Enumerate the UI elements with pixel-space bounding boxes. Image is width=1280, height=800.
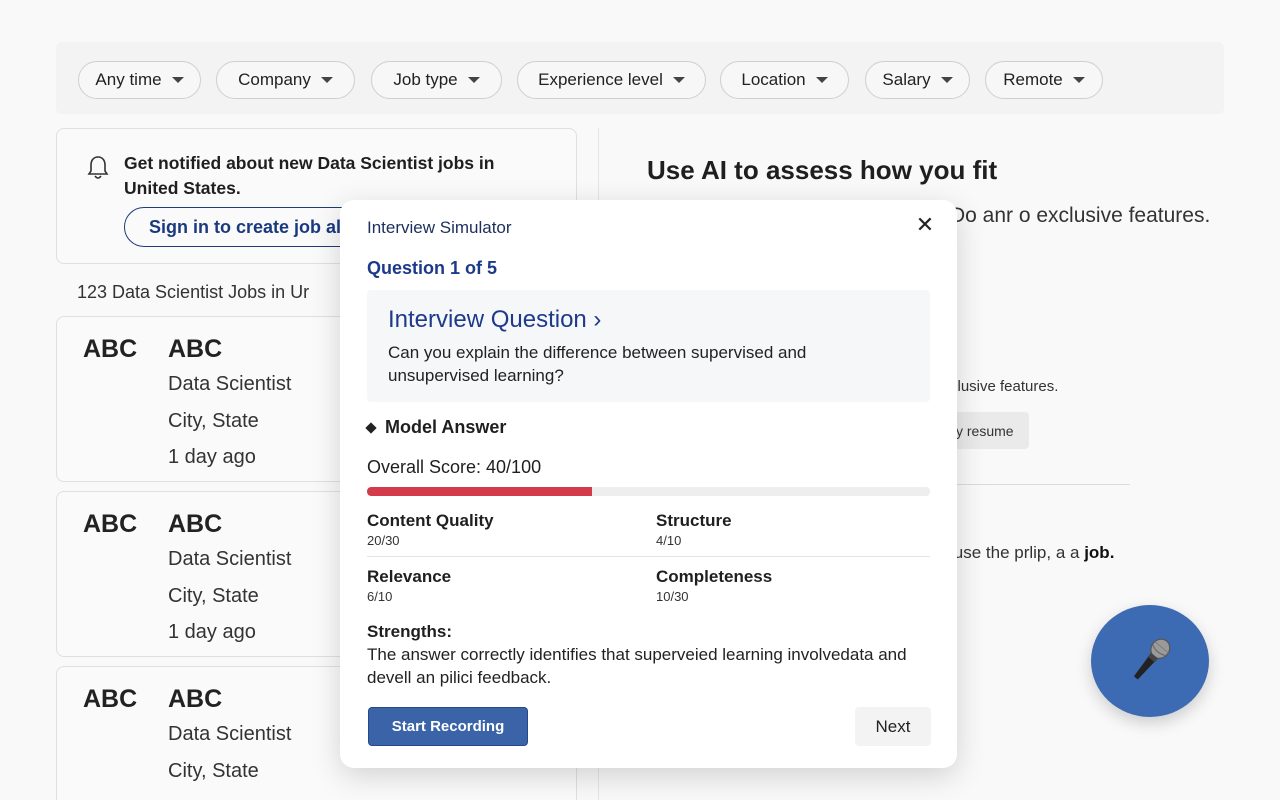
company-name: ABC bbox=[168, 685, 223, 713]
next-button[interactable]: Next bbox=[855, 707, 931, 746]
start-recording-button[interactable]: Start Recording bbox=[368, 707, 528, 746]
filter-label: Any time bbox=[95, 70, 162, 89]
filter-label: Salary bbox=[882, 70, 931, 89]
metric-structure-label: Structure bbox=[656, 511, 732, 530]
filter-experience-level[interactable]: Experience level bbox=[517, 61, 706, 99]
interview-simulator-modal: Interview Simulator ✕ Question 1 of 5 In… bbox=[340, 200, 957, 768]
metric-completeness-label: Completeness bbox=[656, 567, 773, 586]
filter-label: Job type bbox=[393, 70, 458, 89]
company-name: ABC bbox=[168, 335, 223, 363]
metric-content-quality-value: 20/30 bbox=[367, 533, 400, 548]
job-location: City, State bbox=[168, 410, 259, 432]
overall-score-bar bbox=[367, 487, 930, 496]
strengths-label: Strengths: bbox=[367, 622, 452, 641]
results-count: 123 Data Scientist Jobs in Ur bbox=[77, 282, 310, 302]
filter-salary[interactable]: Salary bbox=[865, 61, 970, 99]
job-posted-time: 1 day ago bbox=[168, 621, 256, 643]
filter-label: Experience level bbox=[538, 70, 663, 89]
metric-relevance-label: Relevance bbox=[367, 567, 452, 586]
metric-divider bbox=[367, 556, 930, 557]
metric-completeness-value: 10/30 bbox=[656, 589, 689, 604]
filter-label: Remote bbox=[1003, 70, 1063, 89]
ai-fit-job-text-bold: job. bbox=[1084, 543, 1115, 562]
ai-fit-job-text: luse the prlip, a a job. bbox=[950, 543, 1114, 563]
modal-title: Interview Simulator bbox=[367, 218, 512, 237]
caret-down-icon bbox=[467, 77, 480, 83]
job-location: City, State bbox=[168, 760, 259, 782]
metric-content-quality-label: Content Quality bbox=[367, 511, 494, 530]
caret-down-icon bbox=[940, 77, 953, 83]
filter-job-type[interactable]: Job type bbox=[371, 61, 502, 99]
job-title[interactable]: Data Scientist bbox=[168, 373, 291, 396]
bell-icon bbox=[87, 156, 109, 179]
filter-label: Company bbox=[238, 70, 311, 89]
question-progress: Question 1 of 5 bbox=[367, 258, 498, 278]
ai-fit-job-text-prefix: luse the prlip, a a bbox=[950, 543, 1085, 562]
company-logo: ABC bbox=[83, 335, 138, 363]
job-title[interactable]: Data Scientist bbox=[168, 723, 291, 746]
filter-label: Location bbox=[741, 70, 806, 89]
job-posted-time: 1 day ago bbox=[168, 446, 256, 468]
model-answer-toggle[interactable]: Model Answer bbox=[365, 417, 507, 438]
filter-remote[interactable]: Remote bbox=[985, 61, 1103, 99]
microphone-icon bbox=[1133, 638, 1171, 680]
caret-down-icon bbox=[320, 77, 333, 83]
caret-down-icon bbox=[171, 77, 184, 83]
ai-fit-title: Use AI to assess how you fit bbox=[647, 155, 998, 185]
caret-down-icon bbox=[1072, 77, 1085, 83]
metric-relevance-value: 6/10 bbox=[367, 589, 393, 604]
job-title[interactable]: Data Scientist bbox=[168, 548, 291, 571]
ai-fit-features-text: clusive features. bbox=[950, 378, 1059, 395]
company-logo: ABC bbox=[83, 685, 138, 713]
filter-any-time[interactable]: Any time bbox=[78, 61, 201, 99]
diamond-bullet-icon bbox=[365, 421, 377, 434]
question-heading[interactable]: Interview Question › bbox=[388, 306, 601, 334]
caret-down-icon bbox=[815, 77, 828, 83]
question-card: Interview Question › Can you explain the… bbox=[367, 290, 930, 402]
ai-fit-subtitle: Do anr o exclusive features. bbox=[950, 204, 1211, 227]
microphone-button[interactable] bbox=[1091, 605, 1209, 717]
metric-structure-value: 4/10 bbox=[656, 533, 682, 548]
caret-down-icon bbox=[672, 77, 685, 83]
filter-company[interactable]: Company bbox=[216, 61, 355, 99]
model-answer-label: Model Answer bbox=[385, 417, 507, 437]
alert-text: Get notified about new Data Scientist jo… bbox=[124, 153, 495, 198]
close-icon[interactable]: ✕ bbox=[914, 214, 936, 236]
question-text: Can you explain the difference between s… bbox=[388, 343, 807, 385]
job-location: City, State bbox=[168, 585, 259, 607]
strengths-text: The answer correctly identifies that sup… bbox=[367, 645, 907, 687]
overall-score-fill bbox=[367, 487, 593, 496]
filter-location[interactable]: Location bbox=[720, 61, 849, 99]
filter-bar: Any time Company Job type Experience lev… bbox=[56, 42, 1224, 114]
company-logo: ABC bbox=[83, 510, 138, 538]
section-divider bbox=[940, 484, 1130, 485]
overall-score-label: Overall Score: 40/100 bbox=[367, 457, 542, 477]
company-name: ABC bbox=[168, 510, 223, 538]
